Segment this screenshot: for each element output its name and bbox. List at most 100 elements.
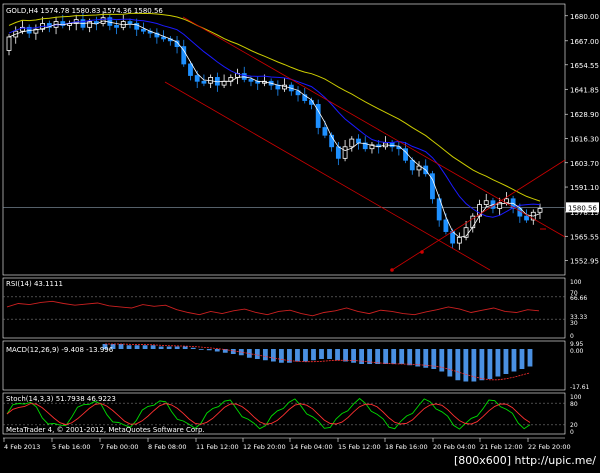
ma-fast-line bbox=[8, 20, 541, 238]
macd-histogram-bar bbox=[190, 347, 196, 349]
channel-point bbox=[420, 250, 424, 254]
candle-body bbox=[194, 75, 200, 82]
time-tick-label: 7 Feb 00:00 bbox=[100, 443, 139, 451]
metatrader-chart-window: 1680.00 1667.00 1654.55 1641.85 1628.90 1616.… bbox=[0, 0, 600, 469]
stoch-label: Stoch(14,3,3) 51.7938 46.9223 bbox=[6, 395, 116, 403]
symbol-header: GOLD,H4 1574.78 1580.83 1574.36 1580.56 bbox=[6, 7, 163, 15]
rsi-tick-label: 66.66 bbox=[570, 295, 587, 302]
macd-histogram-bar bbox=[343, 349, 348, 362]
price-tick-label: 1565.55 bbox=[570, 233, 599, 241]
channel-lower-line bbox=[164, 81, 491, 271]
channel-upper-line bbox=[182, 16, 566, 238]
macd-histogram-bar bbox=[391, 349, 397, 364]
macd-histogram-bar bbox=[206, 349, 212, 351]
macd-histogram-bar bbox=[447, 349, 453, 377]
macd-histogram-bar bbox=[295, 349, 300, 362]
macd-histogram-bar bbox=[383, 349, 389, 364]
time-tick-label: 4 Feb 2013 bbox=[4, 443, 40, 451]
macd-histogram-bar bbox=[142, 345, 148, 349]
macd-histogram-bar bbox=[375, 349, 381, 364]
price-tick-label: 1603.70 bbox=[570, 160, 599, 168]
candle-body bbox=[409, 159, 415, 171]
macd-histogram-bar bbox=[311, 349, 316, 361]
macd-histogram-bar bbox=[126, 345, 132, 349]
rsi-tick-label: 0 bbox=[570, 333, 574, 340]
macd-histogram-bar bbox=[463, 349, 469, 382]
price-tick-label: 1654.55 bbox=[570, 62, 599, 70]
candle-body bbox=[524, 215, 529, 221]
time-tick-label: 21 Feb 12:00 bbox=[480, 443, 523, 451]
candle-body bbox=[356, 138, 361, 144]
macd-histogram-bar bbox=[495, 349, 501, 377]
candle-body bbox=[221, 80, 227, 86]
macd-histogram-bar bbox=[214, 349, 220, 352]
rsi-label: RSI(14) 43.1111 bbox=[6, 280, 63, 288]
price-tick-label: 1680.00 bbox=[570, 13, 599, 21]
ma-mid-line bbox=[8, 18, 541, 218]
macd-histogram-bar bbox=[270, 349, 276, 362]
macd-histogram-bar bbox=[150, 345, 156, 349]
time-tick-label: 18 Feb 16:00 bbox=[385, 443, 428, 451]
macd-histogram-bar bbox=[319, 349, 324, 359]
macd-label: MACD(12,26,9) -9.408 -13.996 bbox=[6, 346, 114, 354]
candle-body bbox=[456, 236, 462, 244]
macd-histogram-bar bbox=[455, 349, 461, 381]
time-tick-label: 20 Feb 04:00 bbox=[433, 443, 476, 451]
macd-histogram-bar bbox=[254, 349, 260, 359]
macd-histogram-bar bbox=[359, 349, 365, 364]
price-tick-label: 1667.00 bbox=[570, 38, 599, 46]
macd-histogram-bar bbox=[415, 349, 421, 367]
candle-body bbox=[349, 138, 355, 148]
macd-histogram-bar bbox=[527, 349, 533, 367]
macd-histogram-bar bbox=[335, 349, 340, 361]
time-tick-label: 11 Feb 12:00 bbox=[196, 443, 239, 451]
macd-histogram-bar bbox=[134, 345, 140, 349]
macd-histogram-bar bbox=[479, 349, 485, 381]
macd-histogram-bar bbox=[118, 344, 124, 349]
candle-body bbox=[322, 127, 328, 136]
macd-histogram-bar bbox=[166, 346, 172, 349]
candle-body bbox=[141, 28, 146, 32]
candle-body bbox=[335, 146, 341, 159]
copyright-label: MetaTrader 4, © 2001-2012, MetaQuotes So… bbox=[6, 426, 205, 434]
macd-histogram-bar bbox=[327, 349, 332, 359]
price-tick-label: 1628.90 bbox=[570, 111, 599, 119]
candle-body bbox=[114, 25, 119, 28]
watermark: [800x600] http://upic.me/ bbox=[453, 454, 596, 467]
macd-histogram-bar bbox=[487, 349, 493, 379]
channel-base-line bbox=[391, 159, 566, 271]
macd-histogram-bar bbox=[399, 349, 405, 364]
candle-body bbox=[443, 219, 449, 232]
candle-body bbox=[342, 146, 348, 159]
macd-tick-label: 0.00 bbox=[570, 348, 584, 355]
rsi-pane-border bbox=[2, 277, 566, 339]
candle-body bbox=[248, 78, 254, 82]
time-tick-label: 22 Feb 20:00 bbox=[528, 443, 571, 451]
macd-histogram-bar bbox=[182, 346, 188, 349]
stoch-tick-label: 0 bbox=[570, 429, 574, 436]
chart-canvas[interactable]: 1680.00 1667.00 1654.55 1641.85 1628.90 1616.… bbox=[0, 0, 600, 469]
macd-histogram-bar bbox=[279, 349, 284, 363]
current-price-label: 1580.56 bbox=[568, 204, 597, 212]
channel-point bbox=[390, 268, 394, 272]
time-tick-label: 8 Feb 08:00 bbox=[148, 443, 187, 451]
stoch-tick-label: 100 bbox=[570, 394, 582, 401]
macd-histogram-bar bbox=[198, 349, 204, 350]
macd-histogram-bar bbox=[511, 349, 517, 372]
ma-slow-line bbox=[8, 12, 541, 202]
macd-histogram-bar bbox=[174, 346, 180, 349]
stoch-tick-label: 20 bbox=[570, 422, 578, 429]
macd-histogram-bar bbox=[262, 349, 268, 361]
price-tick-label: 1641.85 bbox=[570, 86, 599, 94]
time-tick-label: 15 Feb 12:00 bbox=[338, 443, 381, 451]
time-tick-label: 5 Feb 16:00 bbox=[52, 443, 91, 451]
macd-tick-label: 9.95 bbox=[570, 341, 584, 348]
macd-histogram-bar bbox=[303, 349, 308, 362]
price-pane-border bbox=[2, 3, 566, 276]
candle-body bbox=[188, 63, 193, 76]
macd-histogram-bar bbox=[519, 349, 525, 369]
time-tick-label: 14 Feb 04:00 bbox=[290, 443, 333, 451]
candle-body bbox=[450, 231, 456, 244]
macd-histogram-bar bbox=[407, 349, 413, 366]
rsi-line bbox=[6, 300, 540, 317]
